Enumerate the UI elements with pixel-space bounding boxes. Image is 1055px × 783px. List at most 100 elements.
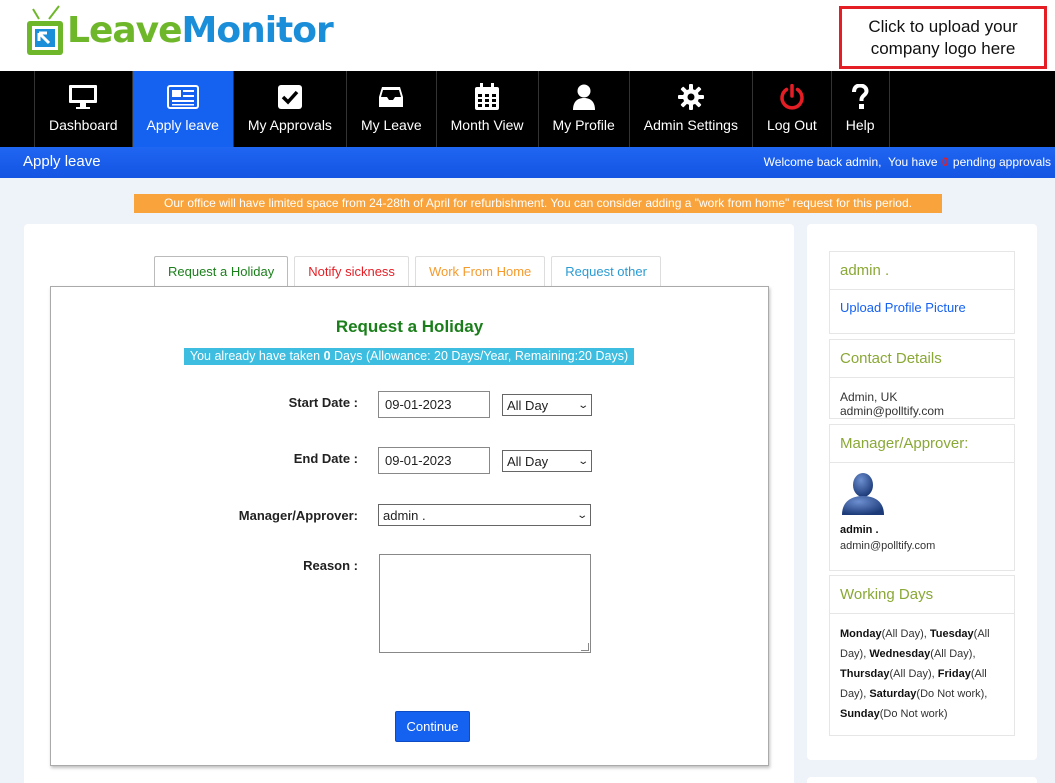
nav-dashboard[interactable]: Dashboard [34, 71, 132, 147]
office-notice-banner: Our office will have limited space from … [134, 194, 942, 213]
allowance-text-post: Days (Allowance: 20 Days/Year, Remaining… [334, 349, 629, 363]
day-name: Wednesday [869, 648, 931, 660]
day-name: Saturday [869, 688, 917, 700]
nav-label: Month View [450, 117, 524, 133]
leave-type-tabs: Request a Holiday Notify sickness Work F… [154, 256, 667, 288]
profile-name: admin . [830, 252, 1014, 290]
header: LeaveMonitor Click to upload your compan… [0, 0, 1055, 71]
day-name: Tuesday [929, 628, 974, 640]
gear-icon [677, 83, 704, 111]
approver-card: Manager/Approver: admin . admin@polltify… [829, 424, 1015, 571]
nav-help[interactable]: Help [830, 71, 890, 147]
question-icon [851, 83, 869, 111]
chevron-down-icon: ⌄ [576, 399, 589, 411]
nav-label: My Leave [360, 117, 422, 133]
start-date-label: Start Date : [288, 395, 358, 410]
continue-button[interactable]: Continue [395, 711, 470, 742]
reason-label: Reason : [303, 558, 358, 573]
tab-request-holiday[interactable]: Request a Holiday [154, 256, 289, 288]
day-value: (Do Not work) [879, 708, 948, 720]
contact-details-text: Admin, UK admin@polltify.com [840, 390, 944, 418]
request-holiday-form: Request a Holiday You already have taken… [50, 286, 769, 766]
end-period-select[interactable]: All Day ⌄ [502, 450, 592, 472]
upload-profile-picture-link[interactable]: Upload Profile Picture [840, 300, 966, 315]
main-nav: Dashboard Apply leave My Approvals My Le… [0, 71, 1055, 147]
pending-count[interactable]: 0 [942, 155, 949, 169]
approver-heading: Manager/Approver: [830, 425, 1014, 463]
tab-notify-sickness[interactable]: Notify sickness [294, 256, 409, 287]
nav-label: My Approvals [247, 117, 332, 133]
subheader-bar: Apply leave Welcome back admin, You have… [0, 147, 1055, 178]
avatar [842, 473, 884, 515]
manager-approver-select[interactable]: admin . ⌄ [378, 504, 591, 526]
reason-textarea[interactable] [379, 554, 591, 653]
nav-label: Dashboard [49, 117, 118, 133]
nav-label: Apply leave [146, 117, 219, 133]
nav-month-view[interactable]: Month View [435, 71, 538, 147]
chevron-down-icon: ⌄ [576, 455, 589, 467]
contact-details-card: Contact Details Admin, UK admin@polltify… [829, 339, 1015, 419]
working-days-card: Working Days Monday(All Day), Tuesday(Al… [829, 575, 1015, 736]
chevron-down-icon: ⌄ [575, 509, 588, 521]
form-title: Request a Holiday [335, 317, 484, 336]
days-taken-count: 0 [323, 349, 331, 363]
approver-name: admin . [840, 524, 879, 536]
nav-log-out[interactable]: Log Out [751, 71, 831, 147]
day-value: (Do Not work), [916, 688, 988, 700]
inbox-icon [378, 83, 404, 111]
user-icon [572, 83, 596, 111]
nav-label: Admin Settings [643, 117, 738, 133]
tab-work-from-home[interactable]: Work From Home [414, 256, 546, 287]
logo-text-monitor: Monitor [181, 10, 334, 51]
leavemonitor-logo[interactable]: LeaveMonitor [25, 5, 334, 57]
working-days-list: Monday(All Day), Tuesday(All Day), Wedne… [830, 614, 1014, 734]
day-name: Sunday [840, 708, 880, 720]
end-period-value: All Day [507, 453, 549, 469]
start-date-input[interactable] [378, 391, 490, 418]
start-period-select[interactable]: All Day ⌄ [502, 394, 592, 416]
nav-my-approvals[interactable]: My Approvals [232, 71, 346, 147]
apply-leave-panel: Request a Holiday Notify sickness Work F… [24, 224, 794, 783]
tv-logo-icon [27, 5, 63, 55]
day-value: (All Day), [889, 668, 938, 680]
allowance-text-pre: You already have taken [189, 349, 321, 363]
upload-company-logo-button[interactable]: Click to upload your company logo here [839, 6, 1047, 69]
nav-admin-settings[interactable]: Admin Settings [628, 71, 752, 147]
start-period-value: All Day [507, 397, 549, 413]
profile-card: admin . Upload Profile Picture [829, 251, 1015, 334]
newspaper-icon [166, 83, 199, 111]
sidebar-panel-lower [807, 777, 1037, 783]
nav-label: Help [845, 117, 875, 133]
end-date-label: End Date : [293, 451, 358, 466]
pending-text-pre[interactable]: You have [888, 155, 938, 169]
day-value: (All Day), [930, 648, 976, 660]
monitor-icon [68, 83, 98, 111]
profile-sidebar: admin . Upload Profile Picture Contact D… [807, 224, 1037, 760]
manager-approver-value: admin . [383, 507, 426, 523]
welcome-text: Welcome back admin, [763, 155, 882, 169]
page-title: Apply leave [23, 153, 101, 170]
approver-email: admin@polltify.com [840, 540, 936, 552]
tab-request-other[interactable]: Request other [551, 256, 661, 287]
day-name: Friday [937, 668, 971, 680]
day-name: Monday [840, 628, 882, 640]
logo-text-leave: Leave [67, 10, 183, 51]
calendar-icon [474, 83, 500, 111]
working-days-heading: Working Days [830, 576, 1014, 614]
nav-apply-leave[interactable]: Apply leave [131, 71, 233, 147]
contact-details-heading: Contact Details [830, 340, 1014, 378]
welcome-message: Welcome back admin, You have 0 pending a… [764, 155, 1051, 169]
nav-label: Log Out [766, 117, 817, 133]
manager-approver-label: Manager/Approver: [238, 508, 358, 523]
nav-label: My Profile [552, 117, 615, 133]
resize-handle-icon[interactable] [581, 643, 589, 651]
nav-my-leave[interactable]: My Leave [345, 71, 436, 147]
day-value: (All Day), [881, 628, 930, 640]
power-icon [779, 83, 805, 111]
checkbox-icon [277, 83, 302, 111]
allowance-summary: You already have taken 0 Days (Allowance… [184, 348, 634, 365]
end-date-input[interactable] [378, 447, 490, 474]
pending-text-post[interactable]: pending approvals [953, 155, 1051, 169]
nav-my-profile[interactable]: My Profile [537, 71, 629, 147]
day-name: Thursday [840, 668, 890, 680]
